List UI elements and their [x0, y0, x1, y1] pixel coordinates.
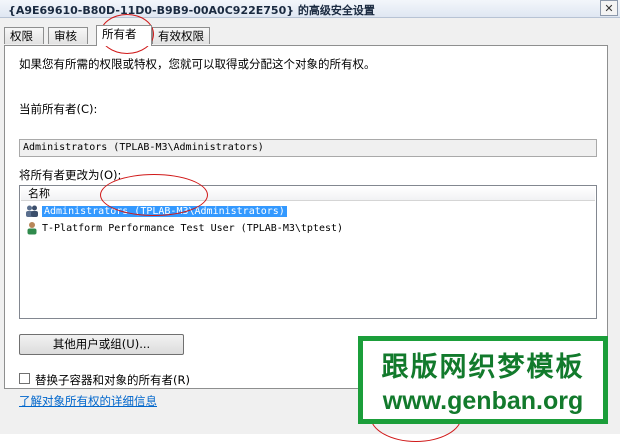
list-header-name[interactable]: 名称 [21, 187, 595, 201]
intro-text: 如果您有所需的权限或特权，您就可以取得或分配这个对象的所有权。 [19, 57, 376, 71]
close-button[interactable]: ✕ [600, 0, 618, 16]
current-owner-label: 当前所有者(C): [19, 102, 98, 116]
other-users-button[interactable]: 其他用户或组(U)... [19, 334, 184, 355]
tab-effective-permissions[interactable]: 有效权限 [152, 27, 210, 44]
watermark-url: www.genban.org [382, 387, 584, 415]
list-item[interactable]: T-Platform Performance Test User (TPLAB-… [22, 220, 343, 236]
watermark: 跟版网织梦模板 www.genban.org [358, 336, 608, 424]
learn-more-link[interactable]: 了解对象所有权的详细信息 [19, 393, 157, 409]
title-bar: {A9E69610-B80D-11D0-B9B9-00A0C922E750} 的… [0, 0, 620, 18]
current-owner-field: Administrators (TPLAB-M3\Administrators) [19, 139, 597, 157]
owner-list[interactable]: 名称 Administrators (TPLAB-M3\Administrato… [19, 185, 597, 319]
tab-permissions[interactable]: 权限 [4, 27, 44, 44]
watermark-title: 跟版网织梦模板 [381, 352, 585, 383]
replace-owner-label: 替换子容器和对象的所有者(R) [35, 373, 190, 387]
list-item-label: Administrators (TPLAB-M3\Administrators) [42, 205, 287, 217]
tab-owner[interactable]: 所有者 [96, 25, 152, 46]
list-item[interactable]: Administrators (TPLAB-M3\Administrators) [22, 203, 287, 219]
window-title: {A9E69610-B80D-11D0-B9B9-00A0C922E750} 的… [8, 4, 375, 17]
list-item-label: T-Platform Performance Test User (TPLAB-… [42, 222, 344, 234]
replace-owner-checkbox[interactable] [19, 373, 30, 384]
user-icon [25, 221, 39, 235]
change-owner-label: 将所有者更改为(O): [19, 168, 122, 182]
tab-auditing[interactable]: 审核 [48, 27, 88, 44]
group-icon [25, 204, 39, 218]
